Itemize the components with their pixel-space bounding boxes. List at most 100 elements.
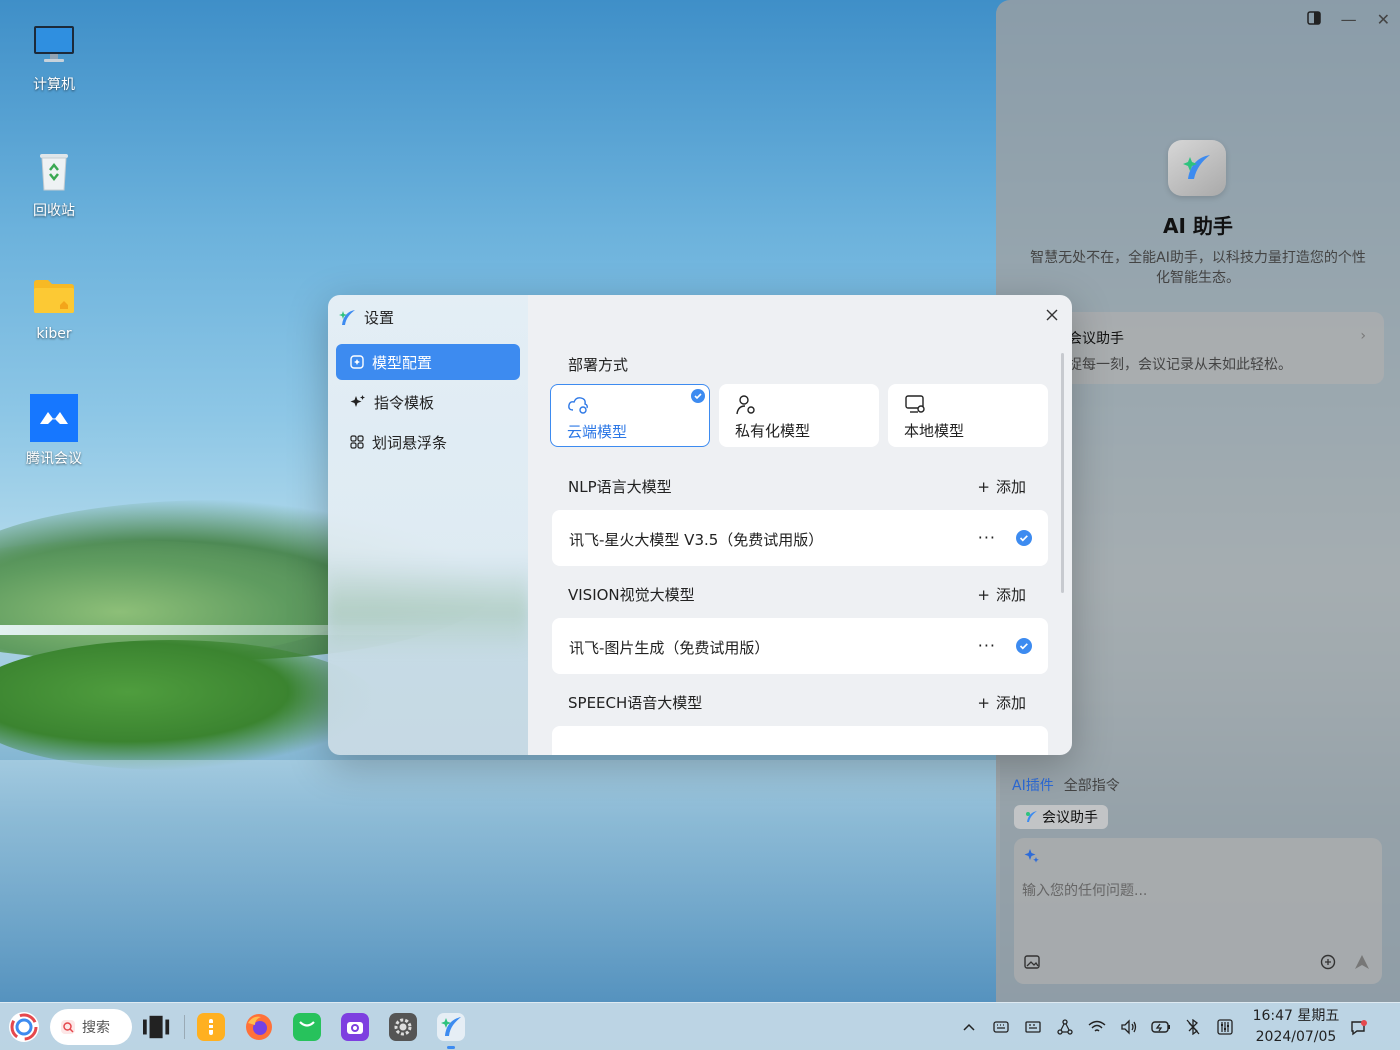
taskbar-app-notes[interactable] <box>197 1013 225 1041</box>
desktop-icon-label: kiber <box>36 326 72 342</box>
dialog-title: 设置 <box>364 309 395 327</box>
deploy-option-cloud[interactable]: 云端模型 <box>550 384 710 447</box>
wallpaper-lake <box>0 760 1000 1010</box>
plus-icon: + <box>977 477 990 496</box>
wifi-icon[interactable] <box>1087 1017 1107 1037</box>
checkmark-icon[interactable] <box>1016 638 1032 658</box>
deploy-section-title: 部署方式 <box>568 356 629 374</box>
taskbar-search[interactable]: 搜索 <box>50 1009 132 1045</box>
minimize-icon[interactable]: — <box>1341 10 1357 29</box>
deploy-option-local[interactable]: 本地模型 <box>888 384 1048 447</box>
input-method-icon[interactable] <box>1023 1017 1043 1037</box>
firefox-icon <box>246 1014 272 1040</box>
checkmark-icon <box>691 389 705 407</box>
model-row[interactable] <box>552 726 1048 755</box>
multitask-view-button[interactable] <box>143 1013 171 1041</box>
desktop-icon-computer[interactable]: 计算机 <box>9 20 99 94</box>
plugin-card-subtitle: 捉每一刻，会议记录从未如此轻松。 <box>1068 357 1292 373</box>
ai-assistant-logo-icon <box>1168 140 1226 196</box>
model-switch-icon[interactable] <box>1320 954 1336 974</box>
notes-app-icon <box>209 1019 213 1035</box>
launcher-icon <box>9 1012 39 1042</box>
tab-ai-plugins[interactable]: AI插件 <box>1012 775 1054 795</box>
sidebar-item-model-config[interactable]: 模型配置 <box>336 344 520 380</box>
ai-assistant-title: AI 助手 <box>1163 214 1233 238</box>
add-label: 添加 <box>995 586 1026 604</box>
desktop-icon-kiber[interactable]: kiber <box>9 272 99 342</box>
close-button[interactable] <box>1042 305 1062 325</box>
taskbar-app-messages[interactable] <box>293 1013 321 1041</box>
desktop-icon-label: 回收站 <box>33 203 75 219</box>
sidebar-item-floating-bar[interactable]: 划词悬浮条 <box>336 424 520 460</box>
taskbar-app-camera[interactable] <box>341 1013 369 1041</box>
more-options-icon[interactable]: ··· <box>978 528 996 547</box>
search-label: 搜索 <box>82 1020 110 1036</box>
folder-icon <box>30 272 78 320</box>
wallpaper-grass <box>0 640 380 770</box>
taskbar-app-firefox[interactable] <box>245 1013 273 1041</box>
taskbar-clock[interactable]: 16:47 星期五 2024/07/05 <box>1246 1006 1346 1048</box>
desktop-icon-tencent-meeting[interactable]: 腾讯会议 <box>9 394 99 468</box>
clock-time: 16:47 星期五 <box>1252 1008 1340 1024</box>
desktop-icon-trash[interactable]: 回收站 <box>9 146 99 220</box>
deploy-option-private[interactable]: 私有化模型 <box>719 384 879 447</box>
speech-section-title: SPEECH语音大模型 <box>568 694 703 712</box>
ai-assistant-description: 智慧无处不在，全能AI助手，以科技力量打造您的个性化智能生态。 <box>1030 250 1366 286</box>
more-options-icon[interactable]: ··· <box>978 636 996 655</box>
gear-icon <box>394 1018 412 1036</box>
network-share-icon[interactable] <box>1055 1017 1075 1037</box>
sidebar-item-label: 指令模板 <box>374 393 435 412</box>
checkmark-icon[interactable] <box>1016 530 1032 550</box>
close-icon <box>1046 309 1058 321</box>
meeting-assistant-chip[interactable]: 会议助手 <box>1014 805 1108 829</box>
control-center-icon[interactable] <box>1215 1017 1235 1037</box>
deploy-option-label: 云端模型 <box>567 423 628 441</box>
close-icon[interactable]: ✕ <box>1377 10 1390 29</box>
question-input-box[interactable]: 输入您的任何问题... <box>1014 838 1382 984</box>
deploy-option-label: 本地模型 <box>904 422 965 440</box>
taskbar-app-ai-assistant[interactable] <box>437 1013 465 1041</box>
taskbar: 搜索 16:47 星期五 2024/07/05 <box>0 1002 1400 1050</box>
search-icon <box>61 1020 75 1034</box>
running-indicator <box>447 1046 455 1049</box>
settings-dialog: 设置 模型配置 指令模板 划词悬浮条 部署方式 云端模型 私有化模型 本地模型 … <box>328 295 1072 755</box>
start-menu-button[interactable] <box>8 1011 40 1043</box>
add-label: 添加 <box>995 694 1026 712</box>
tab-all-commands[interactable]: 全部指令 <box>1064 775 1120 795</box>
add-speech-model-button[interactable]: + 添加 <box>977 692 1026 713</box>
sidebar-item-label: 模型配置 <box>372 353 433 372</box>
model-name: 讯飞-星火大模型 V3.5（免费试用版） <box>569 531 824 549</box>
nlp-section-title: NLP语言大模型 <box>568 478 672 496</box>
send-icon[interactable] <box>1354 954 1370 974</box>
trash-icon <box>30 146 78 194</box>
sidebar-item-label: 划词悬浮条 <box>372 433 448 452</box>
feather-icon <box>1026 811 1037 822</box>
image-upload-icon[interactable] <box>1024 954 1040 974</box>
add-vision-model-button[interactable]: + 添加 <box>977 584 1026 605</box>
volume-icon[interactable] <box>1119 1017 1139 1037</box>
battery-icon[interactable] <box>1151 1017 1171 1037</box>
model-row[interactable]: 讯飞-星火大模型 V3.5（免费试用版） ··· <box>552 510 1048 566</box>
ai-assistant-app-icon <box>339 309 355 325</box>
add-nlp-model-button[interactable]: + 添加 <box>977 476 1026 497</box>
plus-icon: + <box>977 585 990 604</box>
bluetooth-off-icon[interactable] <box>1183 1017 1203 1037</box>
notification-icon[interactable] <box>1350 1019 1368 1041</box>
camera-app-icon <box>347 1022 363 1034</box>
model-row[interactable]: 讯飞-图片生成（免费试用版） ··· <box>552 618 1048 674</box>
scrollbar[interactable] <box>1061 353 1064 593</box>
tray-expand-icon[interactable] <box>959 1017 979 1037</box>
sidebar-backdrop <box>328 565 528 655</box>
ai-panel-tabs: AI插件 全部指令 <box>1012 775 1120 795</box>
add-label: 添加 <box>995 478 1026 496</box>
multitask-icon <box>143 1015 170 1039</box>
keyboard-icon[interactable] <box>991 1017 1011 1037</box>
panel-window-controls: — ✕ <box>1306 10 1390 29</box>
taskbar-app-settings[interactable] <box>389 1013 417 1041</box>
chip-label: 会议助手 <box>1042 810 1098 826</box>
sidebar-item-prompt-template[interactable]: 指令模板 <box>336 384 520 420</box>
sidebar-toggle-icon[interactable] <box>1306 10 1321 29</box>
model-name: 讯飞-图片生成（免费试用版） <box>569 639 770 657</box>
plugin-card-title: 会议助手 <box>1068 331 1124 347</box>
desktop-icon-label: 腾讯会议 <box>26 451 82 467</box>
